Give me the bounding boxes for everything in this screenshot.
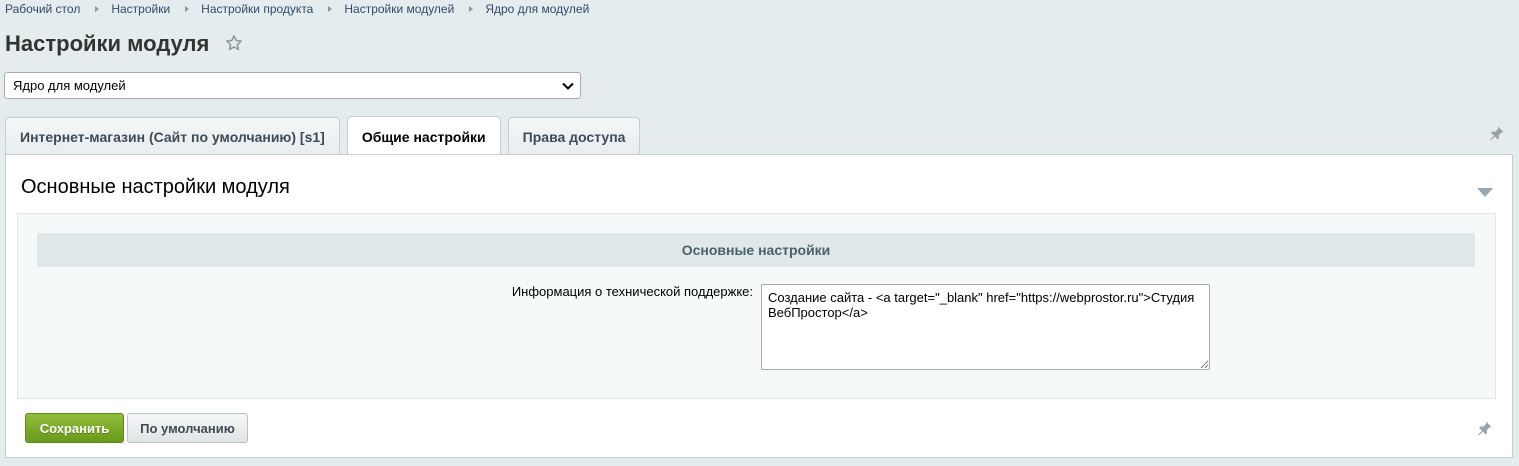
save-button[interactable]: Сохранить: [25, 413, 124, 443]
breadcrumb-module-settings[interactable]: Настройки модулей: [344, 2, 454, 16]
pin-icon[interactable]: [1477, 420, 1493, 441]
breadcrumb-separator-icon: [328, 6, 333, 12]
tab-online-store[interactable]: Интернет-магазин (Сайт по умолчанию) [s1…: [5, 117, 340, 155]
module-select-value: Ядро для модулей: [13, 78, 126, 93]
star-icon[interactable]: [225, 34, 243, 57]
settings-group: Основные настройки Информация о техничес…: [17, 213, 1496, 399]
chevron-down-icon: [562, 78, 574, 93]
support-info-textarea[interactable]: Создание сайта - <a target="_blank" href…: [761, 284, 1210, 370]
breadcrumb-product-settings[interactable]: Настройки продукта: [201, 2, 313, 16]
breadcrumb-desktop[interactable]: Рабочий стол: [5, 2, 80, 16]
page-title: Настройки модуля: [5, 30, 210, 56]
module-select[interactable]: Ядро для модулей: [4, 72, 581, 99]
collapse-triangle-icon[interactable]: [1477, 184, 1493, 202]
tab-general-settings[interactable]: Общие настройки: [346, 116, 501, 156]
title-row: Настройки модуля: [5, 30, 243, 57]
default-button[interactable]: По умолчанию: [127, 413, 248, 443]
breadcrumb-core-module[interactable]: Ядро для модулей: [485, 2, 589, 16]
breadcrumb-separator-icon: [185, 6, 190, 12]
support-info-label: Информация о технической поддержке:: [511, 284, 753, 299]
breadcrumb-separator-icon: [95, 6, 100, 12]
settings-panel: Основные настройки модуля Основные настр…: [5, 154, 1513, 458]
pin-icon[interactable]: [1489, 125, 1505, 146]
breadcrumb-separator-icon: [469, 6, 474, 12]
breadcrumb-settings[interactable]: Настройки: [111, 2, 170, 16]
settings-subheading: Основные настройки: [37, 233, 1475, 267]
tab-access-rights[interactable]: Права доступа: [507, 117, 641, 155]
breadcrumb: Рабочий стол Настройки Настройки продукт…: [5, 2, 589, 16]
section-title: Основные настройки модуля: [21, 176, 290, 198]
tab-bar: Интернет-магазин (Сайт по умолчанию) [s1…: [5, 115, 647, 156]
